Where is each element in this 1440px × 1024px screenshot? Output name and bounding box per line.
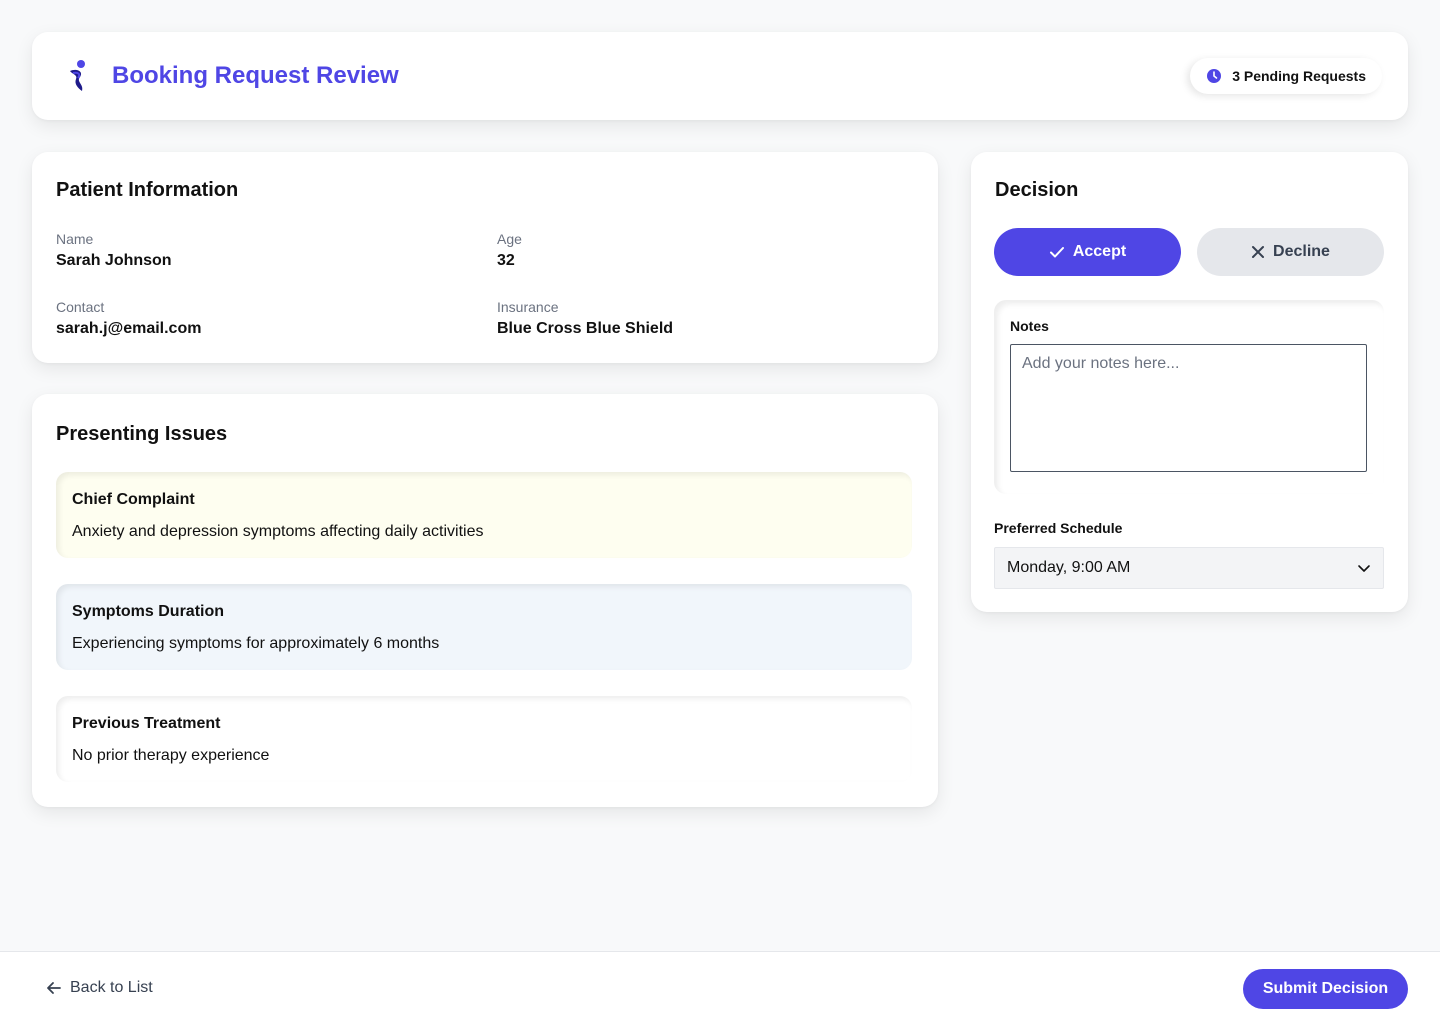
- presenting-issues-card: Presenting Issues Chief Complaint Anxiet…: [32, 394, 938, 807]
- preferred-schedule-label: Preferred Schedule: [994, 520, 1123, 536]
- accept-button-label: Accept: [1072, 243, 1127, 260]
- issue-chief-complaint: Chief Complaint Anxiety and depression s…: [56, 472, 912, 558]
- page-title: Booking Request Review: [112, 62, 399, 89]
- back-to-list-label: Back to List: [70, 979, 153, 996]
- accept-button[interactable]: Accept: [994, 228, 1181, 276]
- field-label: Contact: [56, 299, 105, 315]
- issue-text: Experiencing symptoms for approximately …: [72, 635, 440, 652]
- field-label: Insurance: [497, 299, 559, 315]
- field-value: Blue Cross Blue Shield: [497, 320, 674, 337]
- decline-button-label: Decline: [1273, 243, 1330, 260]
- preferred-schedule-select[interactable]: Monday, 9:00 AM: [994, 547, 1384, 589]
- decision-card: Decision Accept Decline Notes Preferred …: [971, 152, 1408, 612]
- field-insurance: Insurance Blue Cross Blue Shield: [497, 298, 673, 340]
- field-value: Sarah Johnson: [56, 252, 172, 269]
- field-age: Age 32: [497, 230, 522, 272]
- chevron-down-icon: [1358, 565, 1370, 572]
- field-value: 32: [497, 252, 515, 269]
- submit-decision-button[interactable]: Submit Decision: [1243, 969, 1408, 1009]
- notes-input[interactable]: [1010, 344, 1367, 472]
- patient-information-title: Patient Information: [56, 179, 239, 201]
- patient-information-card: Patient Information Name Sarah Johnson A…: [32, 152, 938, 363]
- issue-title: Previous Treatment: [72, 715, 221, 732]
- decision-title: Decision: [995, 179, 1079, 201]
- check-icon: [1049, 247, 1064, 258]
- issue-symptoms-duration: Symptoms Duration Experiencing symptoms …: [56, 584, 912, 670]
- field-contact: Contact sarah.j@email.com: [56, 298, 201, 340]
- field-label: Name: [56, 231, 94, 247]
- presenting-issues-title: Presenting Issues: [56, 423, 228, 445]
- field-name: Name Sarah Johnson: [56, 230, 172, 272]
- field-label: Age: [497, 231, 522, 247]
- issue-text: Anxiety and depression symptoms affectin…: [72, 523, 484, 540]
- issue-title: Chief Complaint: [72, 491, 195, 508]
- footer-bar: Back to List Submit Decision: [0, 951, 1440, 1024]
- clock-icon: [1207, 69, 1222, 83]
- pending-requests-label: 3 Pending Requests: [1232, 68, 1366, 84]
- header-bar: Booking Request Review 3 Pending Request…: [32, 32, 1408, 120]
- back-to-list-link[interactable]: Back to List: [46, 976, 153, 1000]
- preferred-schedule-value: Monday, 9:00 AM: [1007, 559, 1131, 576]
- issue-previous-treatment: Previous Treatment No prior therapy expe…: [56, 696, 912, 782]
- pending-requests-badge[interactable]: 3 Pending Requests: [1190, 58, 1382, 94]
- arrow-left-icon: [47, 982, 61, 994]
- notes-label: Notes: [1010, 318, 1049, 334]
- issue-title: Symptoms Duration: [72, 603, 225, 620]
- notes-panel: Notes: [994, 300, 1384, 494]
- person-logo-icon: [70, 60, 85, 91]
- decline-button[interactable]: Decline: [1197, 228, 1384, 276]
- field-value: sarah.j@email.com: [56, 320, 202, 337]
- issue-text: No prior therapy experience: [72, 747, 270, 764]
- close-icon: [1252, 246, 1265, 258]
